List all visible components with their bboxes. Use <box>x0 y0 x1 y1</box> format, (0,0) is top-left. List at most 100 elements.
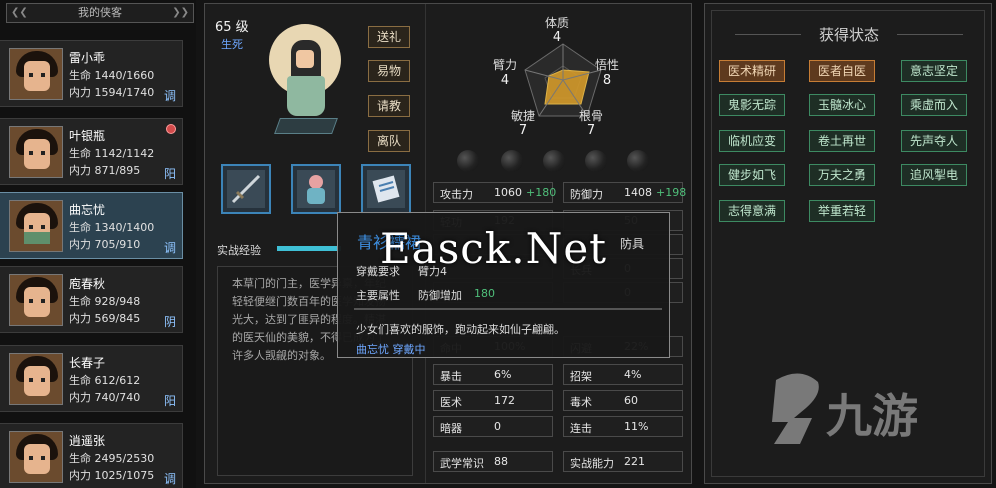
status-trait-button[interactable]: 健步如飞 <box>719 164 785 186</box>
hero-card[interactable]: 庖春秋生命 928/948 内力 569/845 阴 <box>0 266 183 333</box>
hero-hp: 生命 928/948 <box>69 295 141 308</box>
exp-bar <box>277 246 341 251</box>
stat-value: 1060 <box>494 186 522 199</box>
status-trait-button[interactable]: 意志坚定 <box>901 60 967 82</box>
attr-wuxing-value: 8 <box>602 73 612 88</box>
armor-slot[interactable] <box>291 164 341 214</box>
stat-label: 毒术 <box>570 396 592 409</box>
orb-slot-4[interactable] <box>585 150 607 172</box>
hero-tag: 阳 <box>163 394 176 408</box>
alert-dot-icon <box>166 124 176 134</box>
hero-tag: 调 <box>163 89 176 103</box>
character-sprite <box>257 20 347 142</box>
logo-text: 九游 <box>826 389 918 443</box>
hero-tag: 调 <box>163 241 176 255</box>
attr-tizhi-label: 体质 <box>544 16 569 30</box>
hero-portrait <box>9 431 63 483</box>
hero-hp: 生命 1440/1660 <box>69 69 155 82</box>
hero-hp: 生命 612/612 <box>69 374 141 387</box>
manual-slot[interactable] <box>361 164 411 214</box>
ask-button[interactable]: 请教 <box>368 95 410 117</box>
hero-card[interactable]: 长春子 生命 612/612 内力 740/740 阳 <box>0 345 183 412</box>
list-header: ❮❮ 我的侠客 ❯❯ <box>6 3 194 23</box>
hero-card[interactable]: 曲忘忧 生命 1340/1400 内力 705/910 调 <box>0 192 183 259</box>
hero-mp: 内力 1594/1740 <box>69 86 155 99</box>
tooltip-owner: 曲忘忧 穿戴中 <box>356 343 426 356</box>
hero-hp: 生命 1142/1142 <box>69 147 155 160</box>
attr-minjie-value: 7 <box>518 123 528 138</box>
tooltip-main-label: 主要属性 <box>356 289 400 302</box>
attr-tizhi-value: 4 <box>552 30 562 45</box>
hero-name: 叶银瓶 <box>69 129 106 143</box>
status-trait-button[interactable]: 先声夺人 <box>901 130 967 152</box>
status-trait-button[interactable]: 举重若轻 <box>809 200 875 222</box>
hero-portrait <box>9 48 63 100</box>
character-level: 65 级 <box>215 20 249 35</box>
status-trait-button[interactable]: 玉髓冰心 <box>809 94 875 116</box>
chevron-right-icon[interactable]: ❯❯ <box>172 4 189 22</box>
stat-value: 60 <box>624 394 638 407</box>
stat-box: 实战能力 221 <box>563 451 683 472</box>
tooltip-description: 少女们喜欢的服饰，跑动起来如仙子翩翩。 <box>356 323 565 336</box>
stat-box: 攻击力 1060 +180 <box>433 182 556 203</box>
hero-mp: 内力 740/740 <box>69 391 141 404</box>
hero-tag: 阳 <box>163 167 176 181</box>
chevron-left-icon[interactable]: ❮❮ <box>11 4 28 22</box>
hero-tag: 调 <box>163 472 176 486</box>
hero-mp: 内力 871/895 <box>69 164 141 177</box>
scroll-icon <box>372 175 400 203</box>
hero-mp: 内力 1025/1075 <box>69 469 155 482</box>
status-trait-button[interactable]: 乘虚而入 <box>901 94 967 116</box>
stat-box: 暗器 0 <box>433 416 553 437</box>
hero-portrait <box>9 126 63 178</box>
hero-tag: 阴 <box>163 315 176 329</box>
stat-label: 招架 <box>570 370 592 383</box>
status-trait-button[interactable]: 鬼影无踪 <box>719 94 785 116</box>
stat-label: 暗器 <box>440 422 462 435</box>
hero-portrait <box>9 274 63 326</box>
orb-slot-3[interactable] <box>543 150 565 172</box>
attr-genggu-value: 7 <box>586 123 596 138</box>
orb-slot-5[interactable] <box>627 150 649 172</box>
stat-value: 6% <box>494 368 512 381</box>
stat-box: 招架 4% <box>563 364 683 385</box>
attr-bili-value: 4 <box>500 73 510 88</box>
stat-label: 暴击 <box>440 370 462 383</box>
trade-button[interactable]: 易物 <box>368 60 410 82</box>
status-trait-button[interactable]: 志得意满 <box>719 200 785 222</box>
character-status: 生死 <box>221 38 243 51</box>
status-trait-button[interactable]: 医术精研 <box>719 60 785 82</box>
stat-value: 4% <box>624 368 642 381</box>
status-trait-button[interactable]: 卷土再世 <box>809 130 875 152</box>
stat-label: 连击 <box>570 422 592 435</box>
status-trait-button[interactable]: 临机应变 <box>719 130 785 152</box>
status-trait-button[interactable]: 追风掣电 <box>901 164 967 186</box>
watermark: Easck.Net <box>380 224 608 273</box>
hero-card[interactable]: 逍遥张 生命 2495/2530 内力 1025/1075 调 <box>0 423 183 488</box>
list-title: 我的侠客 <box>78 6 122 19</box>
hero-list: ❮❮ 我的侠客 ❯❯ 雷小乖 生命 1440/1660 内力 1594/1740 调叶… <box>0 0 196 488</box>
hero-card[interactable]: 叶银瓶生命 1142/1142 内力 871/895 阳 <box>0 118 183 185</box>
weapon-slot[interactable] <box>221 164 271 214</box>
stat-label: 攻击力 <box>440 188 473 201</box>
stat-box: 毒术 60 <box>563 390 683 411</box>
stat-value: 0 <box>494 420 501 433</box>
status-trait-button[interactable]: 万夫之勇 <box>809 164 875 186</box>
stat-label: 医术 <box>440 396 462 409</box>
orb-slot-1[interactable] <box>457 150 479 172</box>
hero-name: 雷小乖 <box>69 51 106 65</box>
hero-card[interactable]: 雷小乖生命 1440/1660 内力 1594/1740 调 <box>0 40 183 107</box>
orb-slot-2[interactable] <box>501 150 523 172</box>
attr-wuxing-label: 悟性 <box>594 58 619 72</box>
gift-button[interactable]: 送礼 <box>368 26 410 48</box>
stat-box: 医术 172 <box>433 390 553 411</box>
stat-label: 实战能力 <box>570 457 614 470</box>
status-trait-button[interactable]: 医者自医 <box>809 60 875 82</box>
hero-name: 庖春秋 <box>69 277 106 291</box>
leave-party-button[interactable]: 离队 <box>368 130 410 152</box>
attr-genggu-label: 根骨 <box>578 109 603 123</box>
hero-mp: 内力 569/845 <box>69 312 141 325</box>
tooltip-item-type: 防具 <box>619 237 644 251</box>
stat-value: 88 <box>494 455 508 468</box>
stat-value: 11% <box>624 420 649 433</box>
